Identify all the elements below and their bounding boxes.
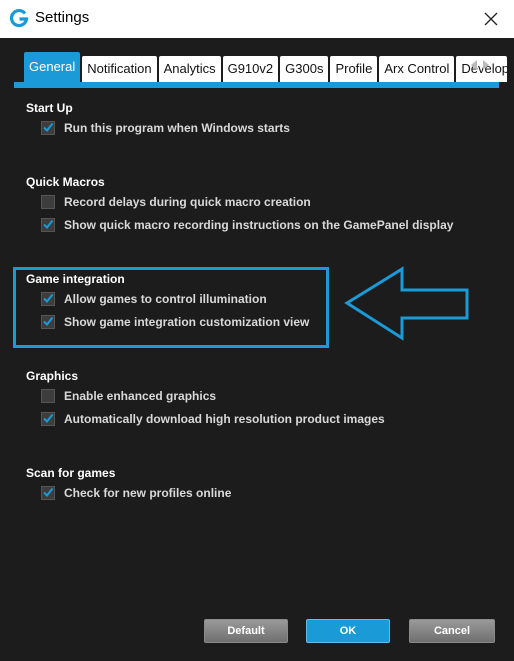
logitech-g-icon <box>9 8 29 29</box>
tab-analytics[interactable]: Analytics <box>158 56 221 82</box>
option-label: Show quick macro recording instructions … <box>64 217 454 232</box>
section-quick-macros: Quick Macros Record delays during quick … <box>26 174 453 236</box>
highlight-box <box>13 267 329 348</box>
section-title: Graphics <box>26 369 79 383</box>
pointer-arrow-icon <box>344 266 469 341</box>
checkmark-icon <box>43 487 54 497</box>
option-record-delays[interactable]: Record delays during quick macro creatio… <box>41 190 453 213</box>
settings-panel: General Notification Analytics G910v2 G3… <box>0 38 514 661</box>
option-run-on-startup[interactable]: Run this program when Windows starts <box>41 116 290 139</box>
section-title: Quick Macros <box>26 175 105 189</box>
tab-scroll-buttons <box>463 53 497 77</box>
option-label: Run this program when Windows starts <box>64 120 290 135</box>
close-icon <box>484 12 498 26</box>
checkbox[interactable] <box>41 217 55 232</box>
tab-notification[interactable]: Notification <box>82 56 157 82</box>
section-graphics: Graphics Enable enhanced graphics Automa… <box>26 368 385 430</box>
checkbox[interactable] <box>41 120 55 135</box>
default-button[interactable]: Default <box>204 619 288 643</box>
section-scan-for-games: Scan for games Check for new profiles on… <box>26 465 231 504</box>
section-title: Start Up <box>26 101 73 115</box>
title-bar: Settings <box>0 0 514 38</box>
tab-g910v2[interactable]: G910v2 <box>222 56 279 82</box>
close-button[interactable] <box>468 0 514 38</box>
checkbox[interactable] <box>41 485 55 500</box>
tab-arx-control[interactable]: Arx Control <box>379 56 455 82</box>
checkbox[interactable] <box>41 411 55 426</box>
tab-profile[interactable]: Profile <box>330 56 378 82</box>
tab-general[interactable]: General <box>24 52 81 82</box>
scroll-right-icon[interactable] <box>481 59 491 71</box>
option-label: Record delays during quick macro creatio… <box>64 194 311 209</box>
tab-bar: General Notification Analytics G910v2 G3… <box>24 52 509 82</box>
option-enhanced-graphics[interactable]: Enable enhanced graphics <box>41 384 385 407</box>
option-label: Check for new profiles online <box>64 485 232 500</box>
checkmark-icon <box>43 413 54 423</box>
checkmark-icon <box>43 219 54 229</box>
option-label: Enable enhanced graphics <box>64 388 217 403</box>
ok-button[interactable]: OK <box>306 619 390 643</box>
option-show-macro-instructions[interactable]: Show quick macro recording instructions … <box>41 213 453 236</box>
option-label: Automatically download high resolution p… <box>64 411 385 426</box>
checkbox[interactable] <box>41 194 55 209</box>
checkmark-icon <box>43 122 54 132</box>
section-start-up: Start Up Run this program when Windows s… <box>26 100 290 139</box>
checkbox[interactable] <box>41 388 55 403</box>
cancel-button[interactable]: Cancel <box>409 619 495 643</box>
tab-underline <box>14 82 499 88</box>
option-download-hires-images[interactable]: Automatically download high resolution p… <box>41 407 385 430</box>
scroll-left-icon[interactable] <box>469 59 479 71</box>
tab-g300s[interactable]: G300s <box>280 56 329 82</box>
section-title: Scan for games <box>26 466 116 480</box>
window-title: Settings <box>35 9 90 26</box>
option-check-new-profiles[interactable]: Check for new profiles online <box>41 481 231 504</box>
